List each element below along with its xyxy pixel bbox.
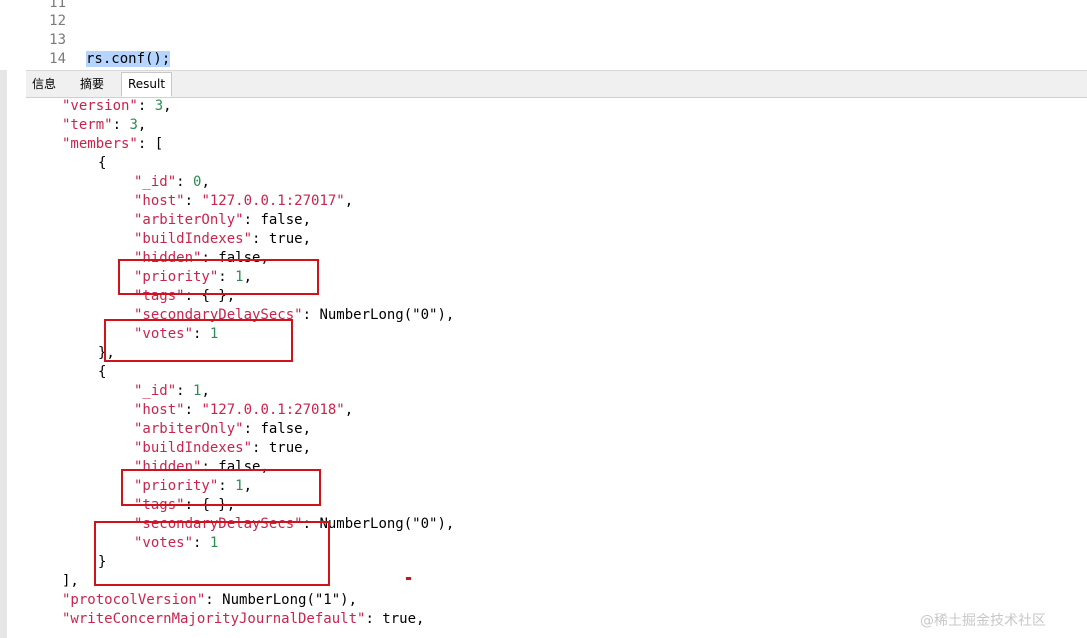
json-separator: : [252,440,269,456]
result-line: "writeConcernMajorityJournalDefault": tr… [62,610,424,629]
line-number: 12 [49,13,66,29]
tab-summary[interactable]: 摘要 [74,73,110,95]
result-line: { [98,154,106,173]
json-value: NumberLong("0") [319,307,446,323]
line-number: 13 [49,32,66,48]
json-punctuation: , [201,383,210,399]
json-punctuation: , [137,117,147,133]
json-key: "arbiterOnly" [134,212,244,228]
red-mark [406,577,411,580]
result-line: ], [62,572,79,591]
json-key: "arbiterOnly" [134,421,244,437]
json-separator: : [184,193,202,209]
json-key: "members" [62,136,138,152]
result-line: "buildIndexes": true, [134,230,311,249]
json-value: { [98,155,107,171]
json-punctuation: , [302,231,312,247]
result-line: "host": "127.0.0.1:27018", [134,401,353,420]
json-key: "buildIndexes" [134,231,253,247]
json-key: "term" [62,117,113,133]
json-separator: : [365,611,383,627]
json-value: "127.0.0.1:27018" [201,402,345,418]
json-separator: : [112,117,130,133]
json-key: "writeConcernMajorityJournalDefault" [62,611,366,627]
json-separator: : [176,383,194,399]
json-separator: : [176,174,194,190]
json-value: "127.0.0.1:27017" [201,193,345,209]
json-value: [ [154,136,164,152]
json-separator: : [252,231,269,247]
watermark: @稀土掘金技术社区 [920,613,1046,629]
result-line: "protocolVersion": NumberLong("1"), [62,591,357,610]
json-key: "host" [134,402,185,418]
result-line: "term": 3, [62,116,146,135]
line-number: 14 [49,51,66,67]
json-punctuation: , [445,516,455,532]
json-punctuation: , [302,421,312,437]
json-punctuation: , [344,402,354,418]
json-punctuation: , [445,307,455,323]
json-separator: : [205,592,223,608]
result-line: "members": [ [62,135,163,154]
json-punctuation: , [302,440,312,456]
json-punctuation: , [348,592,358,608]
result-line: "arbiterOnly": false, [134,420,311,439]
json-value: NumberLong("0") [319,516,446,532]
tab-result[interactable]: Result [121,72,173,97]
json-punctuation: , [302,212,312,228]
result-line: "_id": 0, [134,173,210,192]
json-punctuation: , [344,193,354,209]
json-key: "buildIndexes" [134,440,253,456]
json-separator: : [137,98,155,114]
json-key: "host" [134,193,185,209]
json-punctuation: , [201,174,210,190]
json-separator: : [302,307,320,323]
json-key: "version" [62,98,138,114]
result-tabbar: 信息 摘要 Result [26,70,1087,98]
json-value: 3 [129,117,138,133]
highlight-box-votes-2 [94,521,330,586]
json-key: "protocolVersion" [62,592,206,608]
code-line-14[interactable]: rs.conf(); [86,50,171,69]
json-value: ], [62,573,79,589]
json-punctuation: , [416,611,425,627]
result-line: "version": 3, [62,97,172,116]
result-line: "host": "127.0.0.1:27017", [134,192,353,211]
result-line: "arbiterOnly": false, [134,211,311,230]
tab-info[interactable]: 信息 [26,73,62,95]
json-separator: : [184,402,202,418]
json-value: 3 [154,98,164,114]
query-editor[interactable]: 11 12 13 14 rs.conf(); [0,0,1087,70]
json-separator: : [137,136,155,152]
json-value: true [268,231,303,247]
left-gutter-strip [0,0,7,638]
json-separator: : [243,212,261,228]
result-line: "buildIndexes": true, [134,439,311,458]
json-value: true [382,611,417,627]
json-key: "_id" [134,174,177,190]
json-value: false [260,212,303,228]
result-line: { [98,363,106,382]
json-value: true [268,440,303,456]
json-value: NumberLong("1") [222,592,349,608]
json-value: false [260,421,303,437]
json-value: { [98,364,107,380]
highlight-box-votes-1 [104,319,293,362]
selected-code: rs.conf(); [86,51,171,67]
highlight-box-priority-1 [118,259,319,295]
highlight-box-priority-2 [121,469,321,506]
json-punctuation: , [163,98,172,114]
result-line: "_id": 1, [134,382,210,401]
json-key: "_id" [134,383,177,399]
json-separator: : [243,421,261,437]
